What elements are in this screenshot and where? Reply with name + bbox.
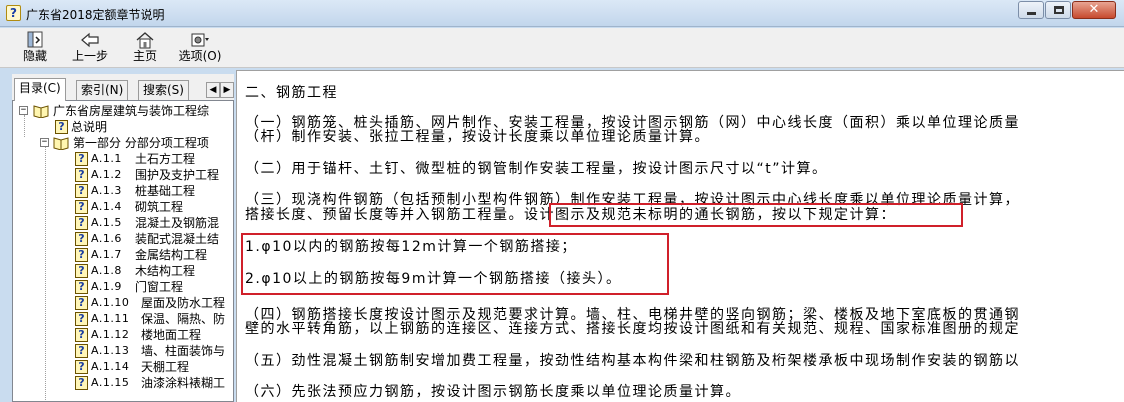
maximize-icon	[1054, 6, 1064, 14]
tab-index[interactable]: 索引(N)	[76, 80, 129, 100]
help-page-icon: ?	[55, 120, 68, 134]
tree-item[interactable]: ? A.1.1 土石方工程	[13, 151, 233, 167]
help-page-icon: ?	[75, 280, 88, 294]
help-page-icon: ?	[75, 376, 88, 390]
options-icon	[191, 33, 209, 47]
tree-node-part-one[interactable]: − 第一部分 分部分项工程项	[13, 135, 233, 151]
paragraph-1-line-2: （杆）制作安装、张拉工程量，按设计长度乘以单位理论质量计算。	[245, 129, 710, 145]
paragraph-4-line-2: 壁的水平转角筋，以上钢筋的连接区、连接方式、搭接长度均按设计图纸和有关规范、规程…	[245, 321, 1020, 337]
home-icon	[136, 32, 154, 49]
help-page-icon: ?	[75, 168, 88, 182]
tree-item[interactable]: ? A.1.10 屋面及防水工程	[13, 295, 233, 311]
help-page-icon: ?	[75, 216, 88, 230]
tree-item[interactable]: ? A.1.11 保温、隔热、防	[13, 311, 233, 327]
topic-content: 二、钢筋工程 （一）钢筋笼、桩头插筋、网片制作、安装工程量，按设计图示钢筋（网）…	[236, 70, 1124, 402]
tree-item[interactable]: ? A.1.6 装配式混凝土结	[13, 231, 233, 247]
window-controls: ✕	[1017, 1, 1116, 19]
help-page-icon: ?	[75, 152, 88, 166]
tab-scroll-buttons: ◀ ▶	[206, 82, 234, 98]
help-book-icon: ?	[6, 5, 21, 21]
paragraph-6: （六）先张法预应力钢筋，按设计图示钢筋长度乘以单位理论质量计算。	[245, 384, 741, 400]
minimize-button[interactable]	[1018, 1, 1044, 19]
paragraph-2: （二）用于锚杆、土钉、微型桩的钢管制作安装工程量，按设计图示尺寸以“t”计算。	[245, 161, 828, 177]
tab-scroll-left-icon[interactable]: ◀	[206, 82, 220, 98]
tree-node-overview[interactable]: ? 总说明	[13, 119, 233, 135]
help-page-icon: ?	[75, 360, 88, 374]
help-page-icon: ?	[75, 328, 88, 342]
help-page-icon: ?	[75, 184, 88, 198]
tree-item[interactable]: ? A.1.14 天棚工程	[13, 359, 233, 375]
open-book-icon	[33, 105, 49, 118]
contents-tree: − 广东省房屋建筑与装饰工程综 ? 总说明 − 第一部分 分部分项工程项 ? A…	[12, 100, 234, 402]
maximize-button[interactable]	[1045, 1, 1071, 19]
tab-contents[interactable]: 目录(C)	[14, 78, 66, 101]
help-page-icon: ?	[75, 264, 88, 278]
tree-item[interactable]: ? A.1.3 桩基础工程	[13, 183, 233, 199]
back-arrow-icon	[81, 32, 99, 48]
section-heading: 二、钢筋工程	[245, 85, 338, 101]
tab-scroll-right-icon[interactable]: ▶	[220, 82, 234, 98]
minimize-icon	[1027, 12, 1036, 15]
close-icon: ✕	[1088, 2, 1100, 17]
nav-tabs: 目录(C) 索引(N) 搜索(S) ◀ ▶	[12, 78, 234, 101]
tree-item[interactable]: ? A.1.4 砌筑工程	[13, 199, 233, 215]
help-page-icon: ?	[75, 312, 88, 326]
back-button[interactable]: 上一步	[69, 31, 111, 67]
tab-search[interactable]: 搜索(S)	[138, 80, 189, 100]
paragraph-3-text: 搭接长度、预留长度等并入钢筋工程量。	[245, 207, 524, 223]
help-page-icon: ?	[75, 248, 88, 262]
tree-item[interactable]: ? A.1.5 混凝土及钢筋混	[13, 215, 233, 231]
window-title: 广东省2018定额章节说明	[26, 8, 165, 22]
highlight-box	[241, 233, 669, 295]
tree-item[interactable]: ? A.1.12 楼地面工程	[13, 327, 233, 343]
close-button[interactable]: ✕	[1072, 1, 1116, 19]
toolbar: 隐藏 上一步 主页 选项(O)	[0, 28, 1124, 68]
tree-item[interactable]: ? A.1.9 门窗工程	[13, 279, 233, 295]
home-button[interactable]: 主页	[130, 31, 160, 67]
highlight-box	[549, 203, 963, 227]
help-page-icon: ?	[75, 200, 88, 214]
tree-item[interactable]: ? A.1.13 墙、柱面装饰与	[13, 343, 233, 359]
collapse-toggle[interactable]: −	[40, 138, 49, 147]
options-button[interactable]: 选项(O)	[177, 31, 223, 67]
collapse-toggle[interactable]: −	[19, 106, 28, 115]
tree-node-root[interactable]: − 广东省房屋建筑与装饰工程综	[13, 103, 233, 119]
tree-item[interactable]: ? A.1.7 金属结构工程	[13, 247, 233, 263]
tree-item[interactable]: ? A.1.15 油漆涂料裱糊工	[13, 375, 233, 391]
tree-item[interactable]: ? A.1.8 木结构工程	[13, 263, 233, 279]
navigation-pane: 目录(C) 索引(N) 搜索(S) ◀ ▶ − 广东省房屋建筑与装饰工程综 ? …	[12, 74, 234, 402]
hide-button[interactable]: 隐藏	[20, 31, 50, 67]
paragraph-5: （五）劲性混凝土钢筋制安增加费工程量，按劲性结构基本构件梁和柱钢筋及桁架楼承板中…	[245, 353, 1020, 369]
title-bar: ? 广东省2018定额章节说明 ✕	[0, 0, 1124, 27]
help-page-icon: ?	[75, 296, 88, 310]
help-page-icon: ?	[75, 344, 88, 358]
hide-icon	[27, 31, 43, 48]
help-page-icon: ?	[75, 232, 88, 246]
tree-item[interactable]: ? A.1.2 围护及支护工程	[13, 167, 233, 183]
open-book-icon	[53, 137, 69, 150]
